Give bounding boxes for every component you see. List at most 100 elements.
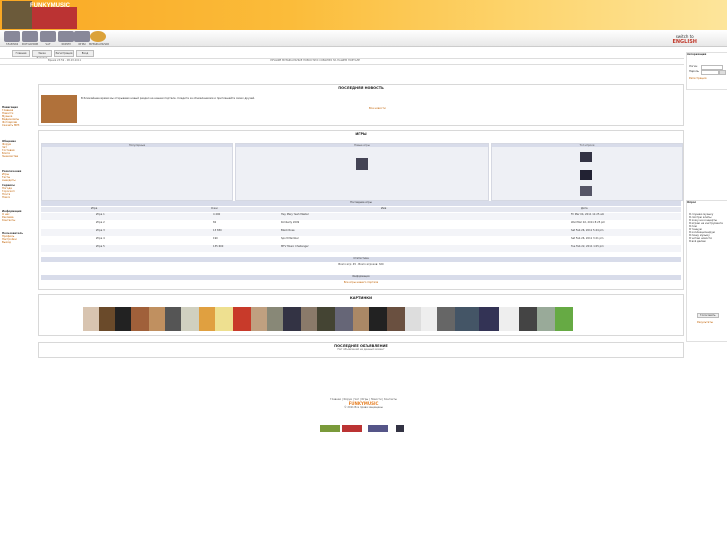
nav-icon-games[interactable] <box>74 31 90 42</box>
games-links-text[interactable]: Все игры нашего портала <box>41 281 681 286</box>
main-nav: ГЛАВНАЯ ФОТОАРХИВ ЧАТ ФОРУМ ИГРЫ МУЗЫКАЛ… <box>0 30 727 47</box>
games-top-box: Топ игроки <box>491 143 683 201</box>
cell-game[interactable]: Игра 3 <box>96 229 105 232</box>
picture-thumb[interactable] <box>537 307 555 331</box>
toolbar-button[interactable]: Регистрация <box>54 50 74 57</box>
col-header: Очки <box>211 207 218 210</box>
picture-thumb[interactable] <box>283 307 301 331</box>
poll-title: Опрос <box>687 201 697 204</box>
table-row[interactable]: Игра 4 190 Sport Member Sat Feb 26, 2011… <box>41 237 681 244</box>
register-link[interactable]: Регистрация <box>689 77 706 80</box>
cell-game[interactable]: Игра 2 <box>96 221 105 224</box>
pass-label: Пароль <box>689 70 699 73</box>
cell-score: 190 <box>213 237 218 240</box>
picture-thumb[interactable] <box>455 307 479 331</box>
picture-thumb[interactable] <box>251 307 267 331</box>
sidebar-item[interactable]: Знакомства <box>2 155 18 158</box>
picture-thumb[interactable] <box>233 307 251 331</box>
nav-icon-photo[interactable] <box>22 31 38 42</box>
picture-thumb[interactable] <box>479 307 499 331</box>
site-logo[interactable]: FUNKYMUSIC <box>2 1 77 29</box>
password-input[interactable] <box>701 70 719 75</box>
logo-text: FUNKYMUSIC <box>30 3 70 9</box>
poll-box: Опрос Я слушаю музыку Я смотрю клипы Я х… <box>686 200 727 342</box>
picture-thumb[interactable] <box>437 307 455 331</box>
nav-icon-forum[interactable] <box>58 31 74 42</box>
sidebar-item[interactable]: Скачать MP3 <box>2 124 19 127</box>
marquee-text: ЛУЧШИЕ МУЗЫКАЛЬНЫЕ НОВОСТИ И СОБЫТИЯ НА … <box>270 59 360 62</box>
picture-thumb[interactable] <box>317 307 335 331</box>
picture-thumb[interactable] <box>267 307 283 331</box>
picture-thumb[interactable] <box>353 307 369 331</box>
picture-thumb[interactable] <box>165 307 181 331</box>
cell-game[interactable]: Игра 4 <box>96 237 105 240</box>
sidebar-section: Сервисы Погода Гороскоп Почта Поиск <box>2 184 15 199</box>
sidebar-item[interactable]: Поиск <box>2 196 15 199</box>
games-table-columns: Игра Очки Имя Дата <box>41 207 681 212</box>
picture-thumb[interactable] <box>99 307 115 331</box>
picture-thumb[interactable] <box>335 307 353 331</box>
nav-icon-chat[interactable] <box>40 31 56 42</box>
cell-name[interactable]: Sport Member <box>281 237 299 240</box>
cell-name[interactable]: Hey Mary Yeah Master <box>281 213 309 216</box>
picture-thumb[interactable] <box>405 307 421 331</box>
picture-thumb[interactable] <box>555 307 573 331</box>
game-thumb[interactable] <box>580 186 592 196</box>
nav-label[interactable]: МУЗЫКАЛЬНАЯ <box>89 43 109 46</box>
cell-name[interactable]: MTV Music Challenger <box>281 245 309 248</box>
picture-thumb[interactable] <box>215 307 233 331</box>
footer: Главная | Форум | Чат | Игры | Новости |… <box>0 398 727 409</box>
sidebar-item[interactable]: Выход <box>2 241 23 244</box>
site-header: FUNKYMUSIC <box>0 0 727 30</box>
picture-thumb[interactable] <box>387 307 405 331</box>
cell-date: Wed Mar 02, 2011 8:25 pm <box>571 221 606 224</box>
game-thumb[interactable] <box>580 170 592 180</box>
picture-thumb[interactable] <box>421 307 437 331</box>
table-row[interactable]: Игра 2 82 Kimberly 2009 Wed Mar 02, 2011… <box>41 221 681 228</box>
footer-banner[interactable] <box>320 425 340 432</box>
picture-thumb[interactable] <box>83 307 99 331</box>
picture-thumb[interactable] <box>131 307 149 331</box>
picture-thumb[interactable] <box>199 307 215 331</box>
footer-banner[interactable] <box>396 425 404 432</box>
nav-icon-home[interactable] <box>4 31 20 42</box>
table-row[interactable]: Игра 3 13 830 Black Rose Sat Feb 26, 201… <box>41 229 681 236</box>
cell-name[interactable]: Black Rose <box>281 229 295 232</box>
news-more-link[interactable]: Все новости <box>369 107 386 110</box>
picture-thumb[interactable] <box>301 307 317 331</box>
nav-label[interactable]: ГЛАВНАЯ <box>3 43 21 46</box>
picture-thumb[interactable] <box>149 307 165 331</box>
cell-game[interactable]: Игра 1 <box>96 213 105 216</box>
games-table-body: Игра 1 4 490 Hey Mary Yeah Master Fri Ma… <box>41 213 681 253</box>
language-switch[interactable]: switch to ENGLISH <box>672 34 697 45</box>
sidebar-item[interactable]: Анекдоты <box>2 179 21 182</box>
picture-thumb[interactable] <box>115 307 131 331</box>
picture-thumb[interactable] <box>499 307 519 331</box>
nav-label[interactable]: ФОТОАРХИВ <box>21 43 39 46</box>
results-link[interactable]: Результаты <box>697 321 713 324</box>
picture-thumb[interactable] <box>181 307 199 331</box>
toolbar-button[interactable]: Главная <box>12 50 30 57</box>
announce-panel: ПОСЛЕДНЕЕ ОБЪЯВЛЕНИЕ Нет объявлений на д… <box>38 342 684 358</box>
table-row[interactable]: Игра 5 135 600 MTV Music Challenger Tue … <box>41 245 681 252</box>
toolbar-button[interactable]: Заказ билетов <box>32 50 52 60</box>
login-submit-button[interactable] <box>719 70 726 75</box>
game-thumb[interactable] <box>356 158 368 170</box>
table-row[interactable]: Игра 1 4 490 Hey Mary Yeah Master Fri Ma… <box>41 213 681 220</box>
sidebar-item[interactable]: Контакты <box>2 219 21 222</box>
picture-thumb[interactable] <box>369 307 387 331</box>
picture-thumb[interactable] <box>519 307 537 331</box>
cell-game[interactable]: Игра 5 <box>96 245 105 248</box>
vote-button[interactable]: Голосовать <box>697 313 719 318</box>
footer-banner[interactable] <box>342 425 362 432</box>
col-header: Имя <box>381 207 387 210</box>
footer-banner[interactable] <box>368 425 388 432</box>
nav-icon-music[interactable] <box>90 31 106 42</box>
nav-label[interactable]: ЧАТ <box>39 43 57 46</box>
sidebar-section: Информация О нас Реклама Контакты <box>2 210 21 222</box>
toolbar-button[interactable]: Вход <box>76 50 94 57</box>
poll-option[interactable]: Я всё делаю <box>689 240 725 243</box>
cell-name[interactable]: Kimberly 2009 <box>281 221 299 224</box>
game-thumb[interactable] <box>580 152 592 162</box>
cell-score: 4 490 <box>213 213 221 216</box>
